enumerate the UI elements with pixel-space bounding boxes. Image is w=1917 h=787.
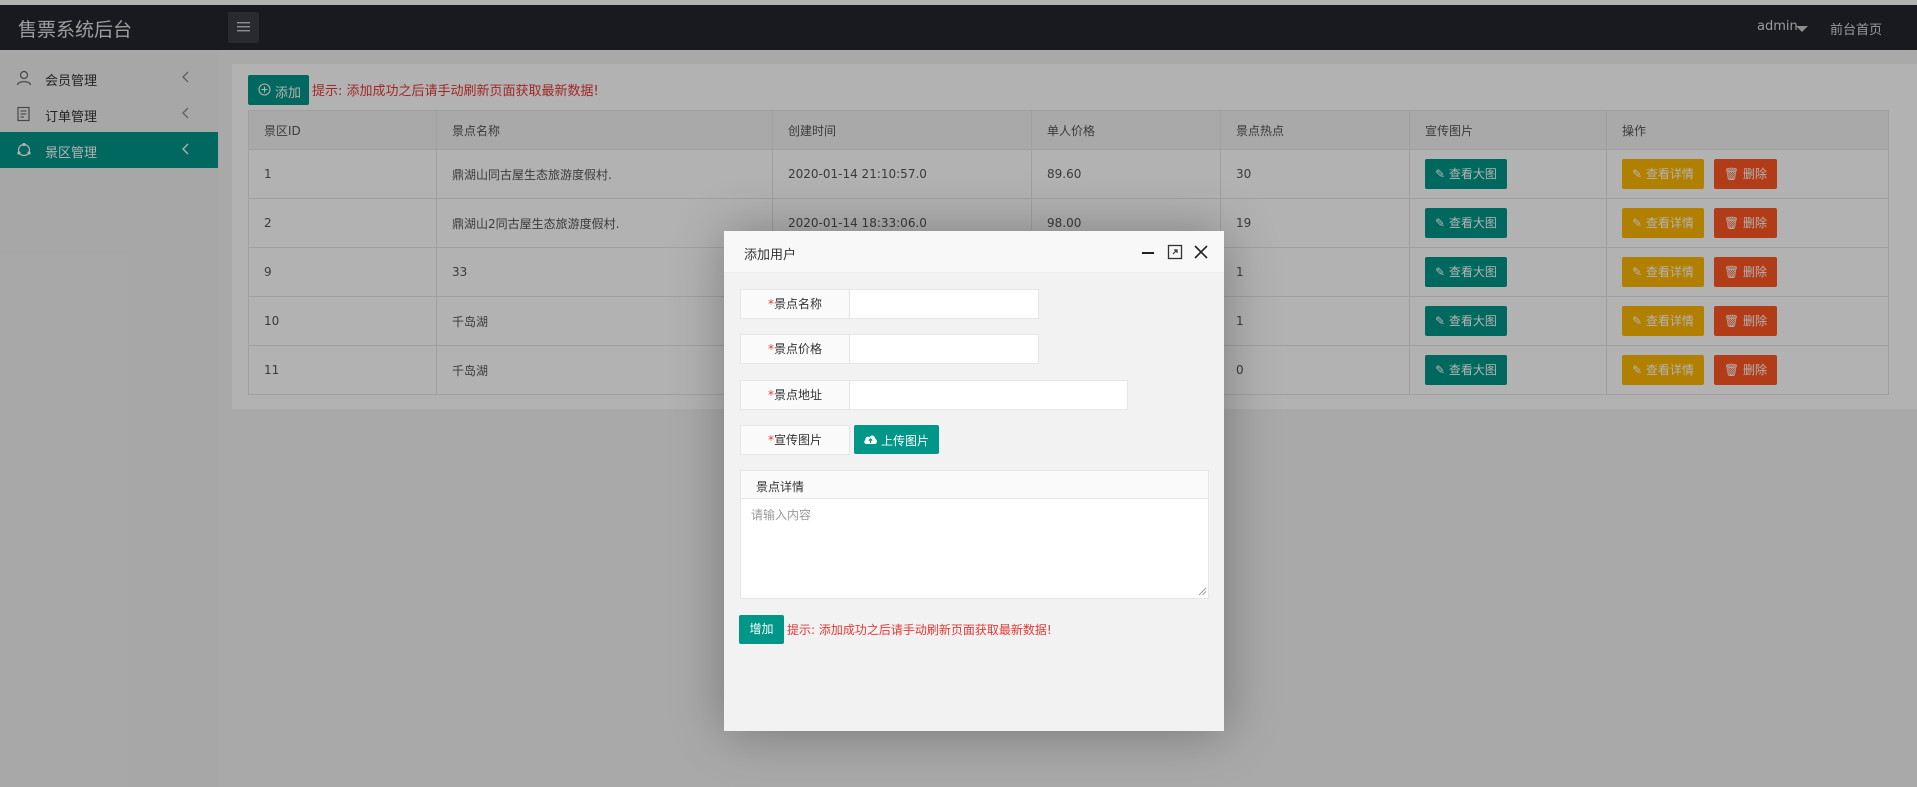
add-modal: 添加用户 *景点名称 *景点价格 *景点地址 *宣传图片 上传图片 景点详情 增… xyxy=(724,231,1224,731)
address-input[interactable] xyxy=(849,380,1128,410)
image-label: *宣传图片 xyxy=(740,425,850,455)
close-icon[interactable] xyxy=(1193,244,1209,260)
maximize-icon[interactable] xyxy=(1167,244,1183,260)
detail-header: 景点详情 xyxy=(741,471,1208,499)
price-input[interactable] xyxy=(849,334,1039,364)
address-label-text: 景点地址 xyxy=(773,388,822,402)
image-label-text: 宣传图片 xyxy=(773,433,822,447)
name-input[interactable] xyxy=(849,289,1039,319)
upload-button-label: 上传图片 xyxy=(881,434,930,448)
detail-textarea[interactable] xyxy=(742,500,1207,597)
detail-box: 景点详情 xyxy=(740,470,1209,599)
price-label: *景点价格 xyxy=(740,334,850,364)
upload-image-button[interactable]: 上传图片 xyxy=(854,425,939,454)
resize-grip-icon[interactable] xyxy=(1197,586,1207,596)
modal-refresh-tip: 提示: 添加成功之后请手动刷新页面获取最新数据! xyxy=(787,623,1052,637)
minimize-icon[interactable] xyxy=(1141,245,1155,259)
modal-header: 添加用户 xyxy=(724,231,1224,273)
submit-button[interactable]: 增加 xyxy=(739,615,784,644)
name-label-text: 景点名称 xyxy=(773,297,822,311)
modal-title: 添加用户 xyxy=(744,248,797,263)
price-label-text: 景点价格 xyxy=(773,342,822,356)
name-label: *景点名称 xyxy=(740,289,850,319)
detail-title: 景点详情 xyxy=(756,480,805,494)
address-label: *景点地址 xyxy=(740,380,850,410)
cloud-upload-icon xyxy=(864,435,877,444)
